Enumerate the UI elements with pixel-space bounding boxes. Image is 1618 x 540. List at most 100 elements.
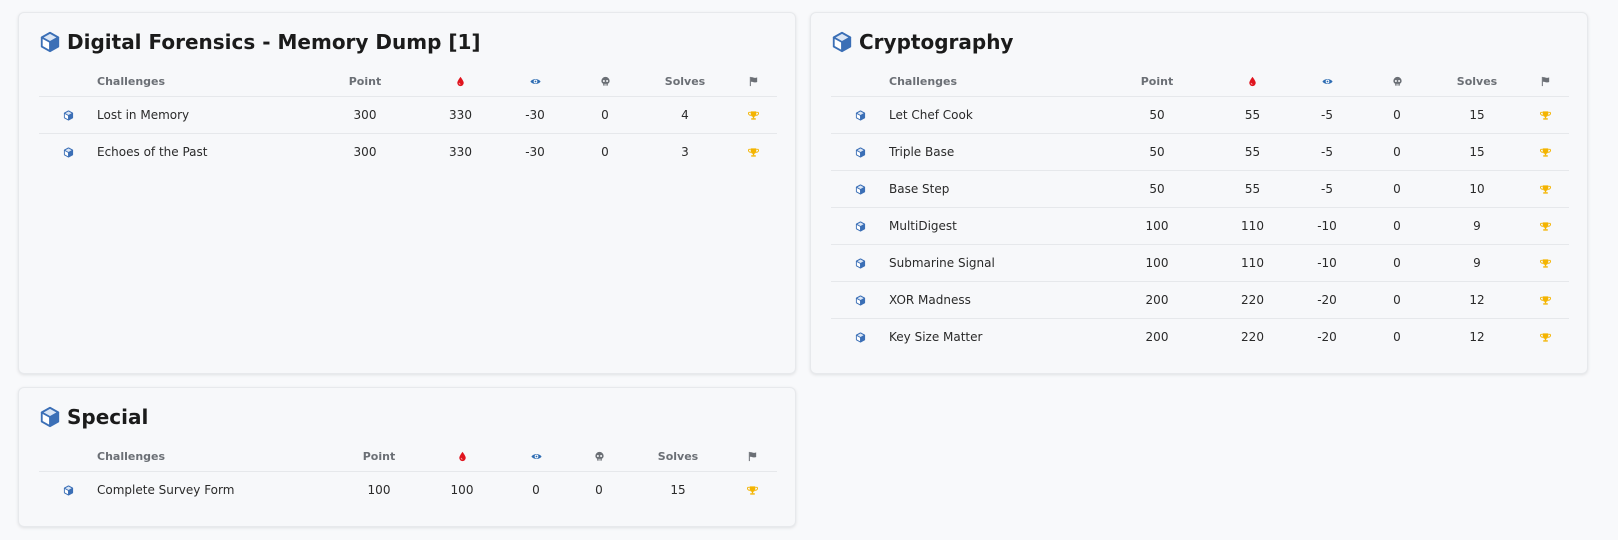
flag-icon [748,76,759,87]
skull-icon [1392,76,1403,87]
challenge-view: -10 [1317,255,1337,270]
challenge-blood: 110 [1241,255,1264,270]
cube-icon [63,147,74,158]
cube-icon [855,295,866,306]
column-challenges: Challenges [889,74,958,88]
cube-icon [63,110,74,121]
table-row[interactable]: Key Size Matter 200 220 -20 0 12 [831,318,1569,355]
challenge-name[interactable]: Base Step [889,170,1101,207]
challenge-name[interactable]: MultiDigest [889,207,1101,244]
category-card-special: Special Challenges Point Solves Complete… [18,387,796,527]
cube-icon [39,31,61,53]
table-row[interactable]: Let Chef Cook 50 55 -5 0 15 [831,96,1569,133]
trophy-icon[interactable] [1540,110,1551,121]
challenge-name[interactable]: Let Chef Cook [889,96,1101,133]
card-title: Cryptography [831,30,1013,54]
table-row[interactable]: XOR Madness 200 220 -20 0 12 [831,281,1569,318]
challenge-blood: 100 [450,482,474,497]
challenge-point: 50 [1149,107,1165,122]
trophy-icon[interactable] [747,485,758,496]
cube-icon [39,406,61,428]
challenge-hint: 0 [601,107,609,122]
cube-icon [855,332,866,343]
card-title: Special [39,405,148,429]
table-row[interactable]: Base Step 50 55 -5 0 10 [831,170,1569,207]
challenge-blood: 220 [1241,329,1264,344]
card-title-text: Digital Forensics - Memory Dump [1] [67,30,481,54]
challenge-name[interactable]: XOR Madness [889,281,1101,318]
challenge-solves: 15 [670,482,686,497]
challenge-name[interactable]: Triple Base [889,133,1101,170]
challenge-view: 0 [532,482,540,497]
column-solves: Solves [1456,74,1498,88]
challenge-view: -30 [525,144,545,159]
blood-drop-icon [1247,76,1258,87]
table-row[interactable]: Lost in Memory 300 330 -30 0 4 [39,96,777,133]
flag-icon [1540,76,1551,87]
table-row[interactable]: Triple Base 50 55 -5 0 15 [831,133,1569,170]
challenge-hint: 0 [1393,329,1401,344]
trophy-icon[interactable] [1540,221,1551,232]
challenge-view: -20 [1317,329,1337,344]
trophy-icon[interactable] [1540,147,1551,158]
table-row[interactable]: Complete Survey Form 100 100 0 0 15 [39,471,777,508]
challenge-name[interactable]: Echoes of the Past [97,133,309,170]
challenge-blood: 55 [1244,144,1261,159]
challenge-view: -30 [525,107,545,122]
challenge-solves: 10 [1469,181,1485,196]
challenge-blood: 330 [449,144,472,159]
category-card-digital-forensics: Digital Forensics - Memory Dump [1] Chal… [18,12,796,374]
challenge-name[interactable]: Complete Survey Form [97,471,337,508]
challenge-blood: 55 [1244,107,1261,122]
card-title: Digital Forensics - Memory Dump [1] [39,30,481,54]
table-row[interactable]: MultiDigest 100 110 -10 0 9 [831,207,1569,244]
cube-icon [855,110,866,121]
cube-icon [855,221,866,232]
challenge-table: Challenges Point Solves Let Chef Cook 50… [831,67,1569,355]
column-point: Point [348,74,382,88]
skull-icon [600,76,611,87]
blood-drop-icon [457,451,468,462]
challenge-blood: 220 [1241,292,1264,307]
challenge-hint: 0 [1393,218,1401,233]
column-point: Point [1140,74,1174,88]
skull-icon [594,451,605,462]
challenge-point: 200 [1145,292,1169,307]
challenge-solves: 9 [1473,255,1481,270]
challenge-blood: 330 [449,107,472,122]
column-point: Point [362,449,396,463]
challenge-point: 300 [353,144,377,159]
challenge-view: -5 [1321,107,1333,122]
column-challenges: Challenges [97,74,166,88]
trophy-icon[interactable] [1540,332,1551,343]
trophy-icon[interactable] [748,110,759,121]
trophy-icon[interactable] [1540,258,1551,269]
challenge-hint: 0 [595,482,603,497]
blood-drop-icon [455,76,466,87]
challenge-point: 50 [1149,181,1165,196]
challenge-solves: 3 [681,144,689,159]
challenge-view: -20 [1317,292,1337,307]
card-title-text: Special [67,405,149,429]
challenge-table: Challenges Point Solves Complete Survey … [39,442,777,508]
challenge-point: 100 [1145,255,1169,270]
challenge-hint: 0 [1393,144,1401,159]
challenge-name[interactable]: Key Size Matter [889,318,1101,355]
challenge-solves: 12 [1469,329,1485,344]
table-header: Challenges Point Solves [831,67,1569,96]
trophy-icon[interactable] [1540,184,1551,195]
challenge-name[interactable]: Submarine Signal [889,244,1101,281]
challenge-name[interactable]: Lost in Memory [97,96,309,133]
challenge-solves: 9 [1473,218,1481,233]
table-row[interactable]: Submarine Signal 100 110 -10 0 9 [831,244,1569,281]
column-solves: Solves [664,74,706,88]
table-row[interactable]: Echoes of the Past 300 330 -30 0 3 [39,133,777,170]
trophy-icon[interactable] [1540,295,1551,306]
challenge-view: -10 [1317,218,1337,233]
cube-icon [63,485,74,496]
challenge-solves: 12 [1469,292,1485,307]
challenge-point: 200 [1145,329,1169,344]
challenge-point: 50 [1149,144,1165,159]
challenge-blood: 55 [1244,181,1261,196]
trophy-icon[interactable] [748,147,759,158]
